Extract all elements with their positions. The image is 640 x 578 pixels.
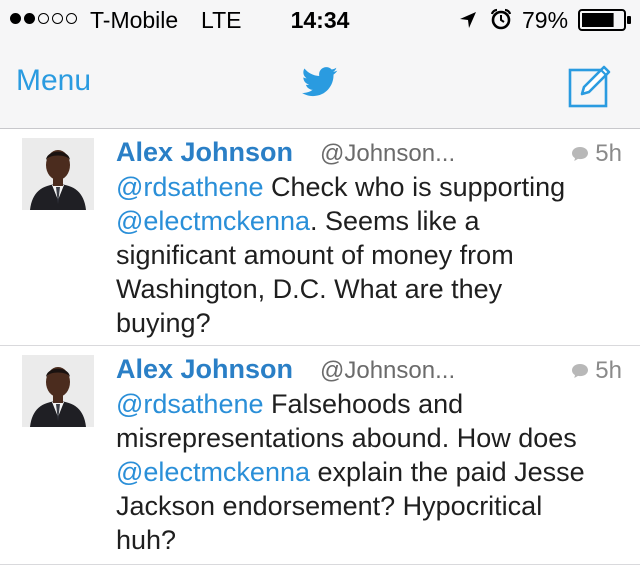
tweet-meta: 5h xyxy=(571,140,622,168)
tweet-text-segment: Washington, D.C. What are they xyxy=(116,274,503,304)
tweet-text-segment: huh? xyxy=(116,525,177,555)
tweet-text-line: Jackson endorsement? Hypocritical xyxy=(116,489,631,523)
tweet-text-segment: buying? xyxy=(116,308,211,338)
tweet-text-line: @electmckenna. Seems like a xyxy=(116,204,631,238)
tweet-text-line: @electmckenna explain the paid Jesse xyxy=(116,455,631,489)
tweet-text-line: buying? xyxy=(116,306,631,340)
alarm-clock-icon xyxy=(490,8,512,30)
tweet-meta: 5h xyxy=(571,357,622,385)
navigation-bar: Menu xyxy=(0,40,640,129)
tweet-text-line: @rdsathene Falsehoods and xyxy=(116,387,631,421)
tweet-author-handle[interactable]: @Johnson... xyxy=(320,357,455,385)
menu-button[interactable]: Menu xyxy=(16,64,91,98)
twitter-bird-icon xyxy=(302,67,338,97)
tweet-author-name[interactable]: Alex Johnson xyxy=(116,137,293,168)
compose-tweet-button[interactable] xyxy=(568,62,614,108)
avatar[interactable] xyxy=(22,138,94,210)
person-photo-icon xyxy=(22,138,94,210)
tweet-text-line: Washington, D.C. What are they xyxy=(116,272,631,306)
tweet-timestamp: 5h xyxy=(595,140,622,167)
tweet-text-line: significant amount of money from xyxy=(116,238,631,272)
battery-icon xyxy=(578,9,631,31)
tweet-author-name[interactable]: Alex Johnson xyxy=(116,354,293,385)
mention-link[interactable]: @rdsathene xyxy=(116,172,264,202)
tweet-item[interactable]: Alex Johnson @Johnson... 5h @rdsathene F… xyxy=(0,346,640,565)
avatar[interactable] xyxy=(22,355,94,427)
tweet-author-handle[interactable]: @Johnson... xyxy=(320,140,455,168)
tweet-timestamp: 5h xyxy=(595,357,622,384)
tweet-text-line: misrepresentations abound. How does xyxy=(116,421,631,455)
speech-bubble-icon xyxy=(572,147,589,161)
tweet-text-line: @rdsathene Check who is supporting xyxy=(116,170,631,204)
tweet-text-line: huh? xyxy=(116,523,631,557)
tweet-text-segment: explain the paid Jesse xyxy=(310,457,585,487)
mention-link[interactable]: @rdsathene xyxy=(116,389,264,419)
tweet-item[interactable]: Alex Johnson @Johnson... 5h @rdsathene C… xyxy=(0,129,640,346)
tweet-text: @rdsathene Check who is supporting @elec… xyxy=(116,170,631,340)
tweet-text-segment: Jackson endorsement? Hypocritical xyxy=(116,491,543,521)
tweet-text-segment: Check who is supporting xyxy=(263,172,566,202)
person-photo-icon xyxy=(22,355,94,427)
location-arrow-icon xyxy=(460,12,476,28)
timeline: Alex Johnson @Johnson... 5h @rdsathene C… xyxy=(0,129,640,565)
mention-link[interactable]: @electmckenna xyxy=(116,206,310,236)
tweet-text: @rdsathene Falsehoods and misrepresentat… xyxy=(116,387,631,557)
mention-link[interactable]: @electmckenna xyxy=(116,457,310,487)
battery-percentage: 79% xyxy=(522,7,569,33)
tweet-text-segment: Falsehoods and xyxy=(263,389,464,419)
tweet-text-segment: misrepresentations abound. How does xyxy=(116,423,577,453)
tweet-text-segment: significant amount of money from xyxy=(116,240,514,270)
speech-bubble-icon xyxy=(572,364,589,378)
status-bar: T-Mobile LTE 14:34 79% xyxy=(0,0,640,40)
tweet-text-segment: . Seems like a xyxy=(310,206,480,236)
